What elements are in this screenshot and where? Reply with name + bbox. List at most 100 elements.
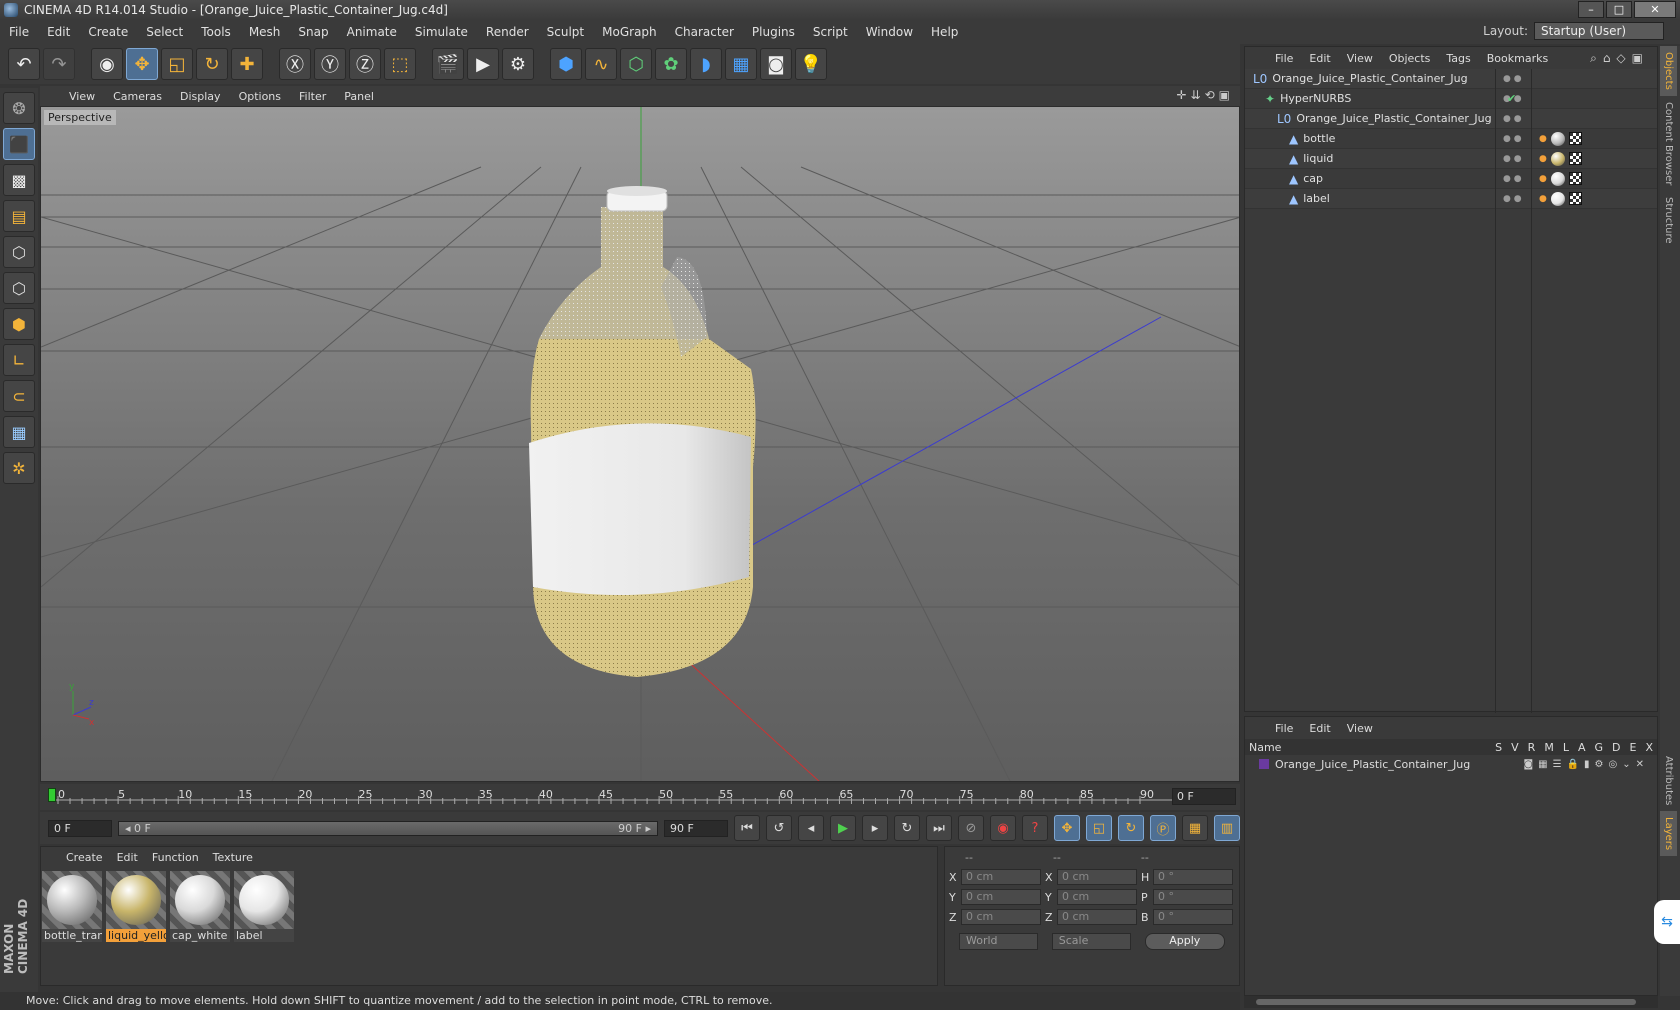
layer-column-header[interactable]: R <box>1528 741 1536 754</box>
menu-help[interactable]: Help <box>922 25 967 39</box>
menu-tools[interactable]: Tools <box>192 25 240 39</box>
edges-mode-icon[interactable]: ⬡ <box>3 272 35 304</box>
layer-horizontal-scrollbar[interactable] <box>1244 996 1658 1008</box>
phong-tag-icon[interactable]: ● <box>1539 174 1547 184</box>
end-frame-field[interactable]: 90 F <box>664 819 728 837</box>
layer-column-header[interactable]: V <box>1511 741 1519 754</box>
apply-button[interactable]: Apply <box>1144 933 1225 950</box>
objects-search-home-icons[interactable]: ⌕⌂◇▣ <box>1590 51 1649 66</box>
workplane-mode-icon[interactable]: ▤ <box>3 200 35 232</box>
layer-column-header[interactable]: G <box>1594 741 1603 754</box>
go-to-start-icon[interactable]: ⏮ <box>734 815 760 841</box>
layers-menu-view[interactable]: View <box>1339 722 1381 735</box>
minimize-button[interactable]: – <box>1578 1 1604 18</box>
go-to-end-icon[interactable]: ⏭ <box>926 815 952 841</box>
uvw-tag-icon[interactable] <box>1568 152 1582 165</box>
key-rotation-icon[interactable]: ↻ <box>1118 815 1144 841</box>
scale-dropdown[interactable]: Scale <box>1051 933 1131 950</box>
visibility-dots[interactable]: ● ● <box>1503 194 1522 204</box>
material-menu-edit[interactable]: Edit <box>110 851 145 864</box>
polygons-mode-icon[interactable]: ⬢ <box>3 308 35 340</box>
phong-tag-icon[interactable]: ● <box>1539 154 1547 164</box>
size-y-field[interactable]: 0 cm <box>1057 889 1137 905</box>
menu-sculpt[interactable]: Sculpt <box>538 25 593 39</box>
render-settings-icon[interactable]: ⚙ <box>502 48 534 80</box>
preview-range-slider[interactable]: ◂ 0 F 90 F ▸ <box>118 820 658 836</box>
autokey-icon[interactable]: ◉ <box>990 815 1016 841</box>
rotate-tool-icon[interactable]: ↻ <box>196 48 228 80</box>
object-row[interactable]: ▲ cap ● ● ● <box>1245 169 1657 189</box>
record-active-icon[interactable]: ⊘ <box>958 815 984 841</box>
timeline-ruler[interactable]: 0 5 10 15 20 25 30 35 40 45 50 55 60 65 70 75 80 85 90 0 F <box>40 784 1240 810</box>
visibility-dots[interactable]: ● ● <box>1503 134 1522 144</box>
size-x-field[interactable]: 0 cm <box>1057 869 1137 885</box>
menu-render[interactable]: Render <box>477 25 538 39</box>
next-key-icon[interactable]: ↻ <box>894 815 920 841</box>
previous-frame-icon[interactable]: ◂ <box>798 815 824 841</box>
material-tag-icon[interactable] <box>1550 131 1565 146</box>
redo-icon[interactable]: ↷ <box>43 48 75 80</box>
enabled-check-icon[interactable]: ✔ <box>1507 92 1516 105</box>
viewport-menu-display[interactable]: Display <box>171 90 230 103</box>
cube-primitive-icon[interactable]: ⬢ <box>550 48 582 80</box>
key-point-level-icon[interactable]: ▦ <box>1182 815 1208 841</box>
points-mode-icon[interactable]: ⬡ <box>3 236 35 268</box>
uvw-tag-icon[interactable] <box>1568 172 1582 185</box>
menu-edit[interactable]: Edit <box>38 25 79 39</box>
material-swatch[interactable]: bottle_tran <box>42 871 102 942</box>
tab-layers[interactable]: Layers <box>1660 811 1677 857</box>
layer-column-header[interactable]: D <box>1612 741 1620 754</box>
move-tool-icon[interactable]: ✥ <box>126 48 158 80</box>
world-dropdown[interactable]: World <box>959 933 1038 950</box>
visibility-dots[interactable]: ● ● <box>1503 74 1522 84</box>
position-x-field[interactable]: 0 cm <box>961 869 1041 885</box>
layer-column-header[interactable]: M <box>1544 741 1554 754</box>
render-view-icon[interactable]: 🎬 <box>432 48 464 80</box>
x-axis-lock-icon[interactable]: Ⓧ <box>279 48 311 80</box>
tab-objects[interactable]: Objects <box>1660 46 1677 96</box>
nurbs-icon[interactable]: ⬡ <box>620 48 652 80</box>
material-tag-icon[interactable] <box>1550 171 1565 186</box>
workplane-lock-icon[interactable]: ▦ <box>3 416 35 448</box>
viewport-menu-filter[interactable]: Filter <box>290 90 335 103</box>
y-axis-lock-icon[interactable]: Ⓨ <box>314 48 346 80</box>
layer-color-swatch[interactable] <box>1259 759 1269 769</box>
menu-script[interactable]: Script <box>804 25 857 39</box>
size-z-field[interactable]: 0 cm <box>1057 909 1137 925</box>
layers-menu-file[interactable]: File <box>1267 722 1301 735</box>
layer-column-header[interactable]: A <box>1578 741 1586 754</box>
viewport-menu-view[interactable]: View <box>60 90 104 103</box>
viewport-perspective-label[interactable]: Perspective <box>44 110 116 125</box>
object-row[interactable]: ▲ bottle ● ● ● <box>1245 129 1657 149</box>
start-frame-field[interactable]: 0 F <box>48 819 112 837</box>
material-menu-texture[interactable]: Texture <box>206 851 260 864</box>
rotation-h-field[interactable]: 0 ° <box>1153 869 1233 885</box>
layers-menu-edit[interactable]: Edit <box>1301 722 1338 735</box>
layer-column-header[interactable]: E <box>1630 741 1637 754</box>
light-icon[interactable]: 💡 <box>795 48 827 80</box>
axis-mode-icon[interactable]: ∟ <box>3 344 35 376</box>
phong-tag-icon[interactable]: ● <box>1539 134 1547 144</box>
perspective-viewport[interactable]: y z x Perspective <box>40 106 1240 782</box>
material-swatch[interactable]: liquid_yello <box>106 871 166 942</box>
material-swatch[interactable]: label <box>234 871 294 942</box>
menu-snap[interactable]: Snap <box>289 25 337 39</box>
viewport-navigation-icons[interactable]: ✛⇊⟲▣ <box>1176 88 1234 102</box>
layer-toggle-icons[interactable]: ◙▦☰🔒▮⚙◎⌄✕ <box>1523 759 1649 770</box>
object-row[interactable]: ▲ label ● ● ● <box>1245 189 1657 209</box>
menu-select[interactable]: Select <box>137 25 192 39</box>
menu-character[interactable]: Character <box>666 25 743 39</box>
menu-plugins[interactable]: Plugins <box>743 25 804 39</box>
add-tool-icon[interactable]: ✚ <box>231 48 263 80</box>
layer-column-header[interactable]: L <box>1563 741 1569 754</box>
timeline-window-icon[interactable]: ▥ <box>1214 815 1240 841</box>
layer-row[interactable]: Orange_Juice_Plastic_Container_Jug ◙▦☰🔒▮… <box>1245 755 1657 773</box>
deformer-icon[interactable]: ◗ <box>690 48 722 80</box>
camera-icon[interactable]: ◙ <box>760 48 792 80</box>
model-mode-icon[interactable]: ⬛ <box>3 128 35 160</box>
material-tag-icon[interactable] <box>1550 151 1565 166</box>
render-picture-viewer-icon[interactable]: ▶ <box>467 48 499 80</box>
menu-window[interactable]: Window <box>857 25 922 39</box>
position-z-field[interactable]: 0 cm <box>961 909 1041 925</box>
objects-menu-objects[interactable]: Objects <box>1381 52 1439 65</box>
